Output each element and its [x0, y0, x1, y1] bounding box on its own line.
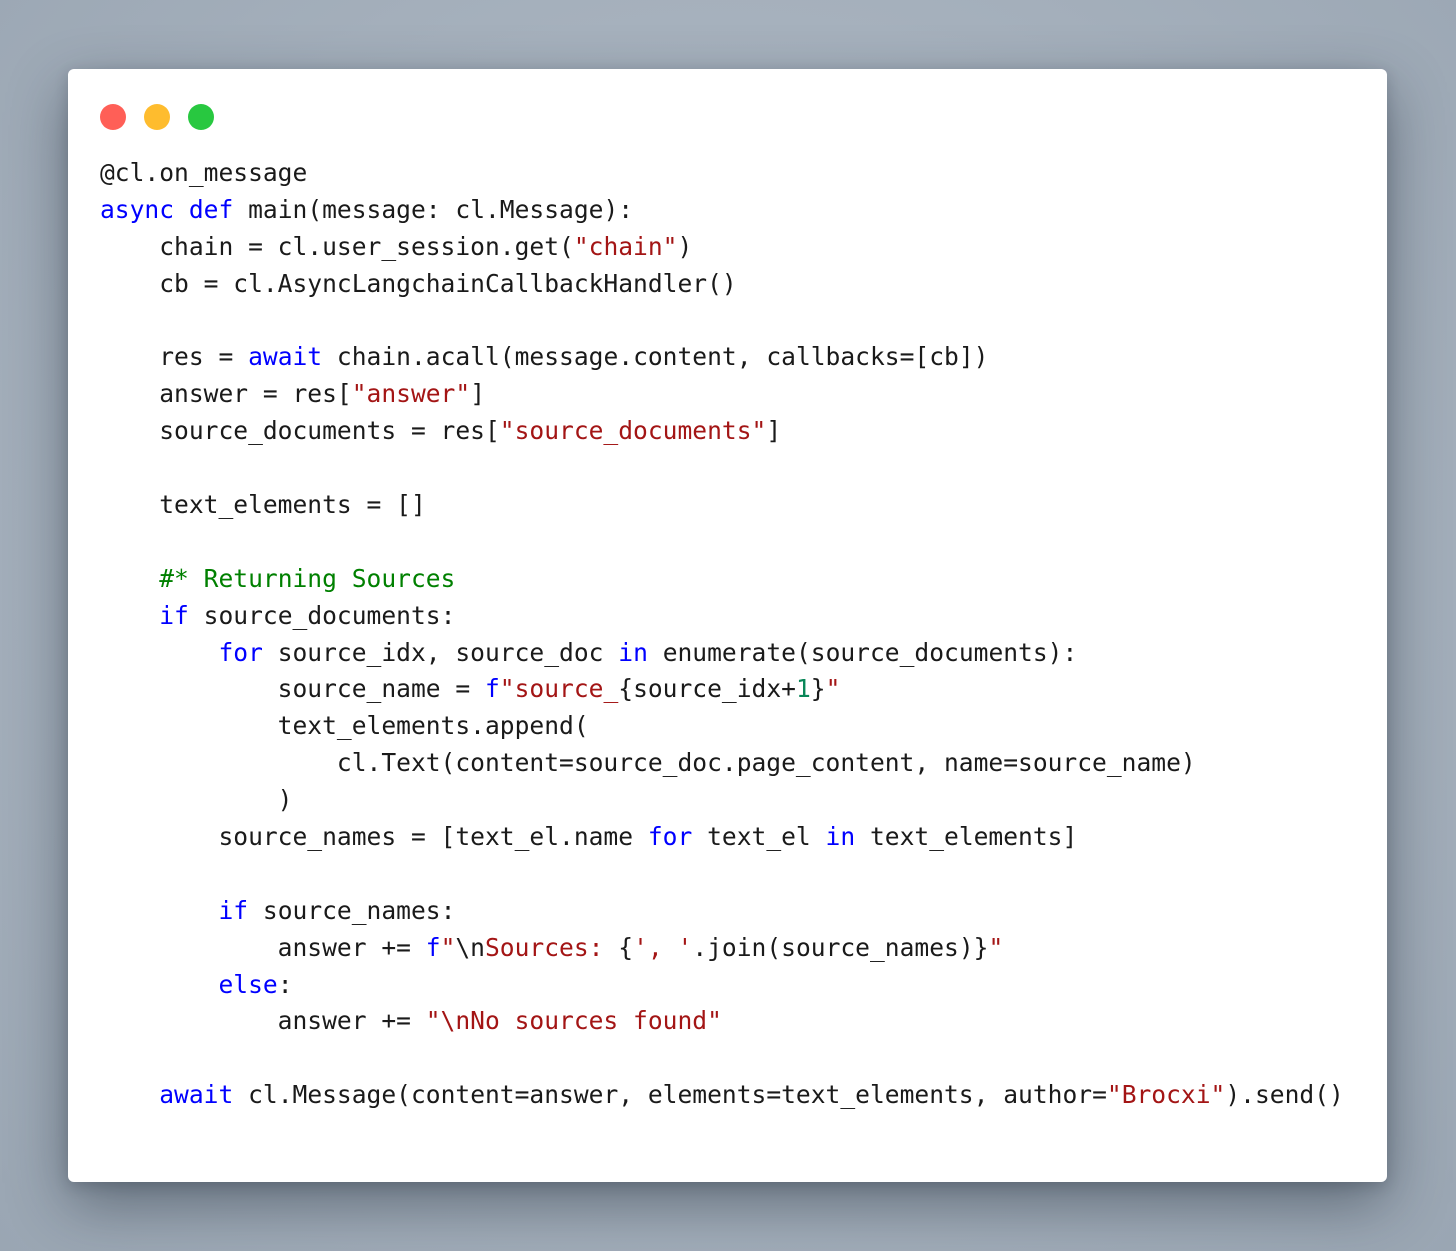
code-token: ): [100, 785, 293, 815]
code-line: answer += f"\nSources: {', '.join(source…: [100, 930, 1344, 967]
code-token: 1: [795, 674, 811, 704]
minimize-button[interactable]: [144, 104, 170, 130]
code-token: main(message: cl.Message):: [233, 194, 634, 224]
code-token: "answer": [351, 379, 471, 409]
code-token: "source_documents": [499, 416, 767, 446]
code-token: "chain": [573, 231, 678, 261]
code-token: for: [218, 637, 263, 667]
code-token: for: [647, 822, 693, 852]
code-token: chain = cl.user_session.get(: [100, 231, 574, 261]
code-line: else:: [100, 967, 1344, 1004]
code-token: }: [810, 674, 826, 704]
code-token: ): [677, 231, 693, 261]
code-token: chain.acall(message.content, callbacks=[…: [322, 342, 989, 372]
code-token: await: [159, 1080, 234, 1110]
code-token: "source_: [499, 674, 619, 704]
code-token: source_names:: [248, 895, 456, 925]
code-token: cb = cl.AsyncLangchainCallbackHandler(): [100, 268, 737, 298]
code-line: @cl.on_message: [100, 155, 1344, 192]
code-token: \n: [455, 932, 485, 962]
code-line: res = await chain.acall(message.content,…: [100, 339, 1344, 376]
zoom-button[interactable]: [188, 104, 214, 130]
code-window: @cl.on_messageasync def main(message: cl…: [68, 69, 1387, 1182]
code-token: res =: [100, 342, 249, 372]
code-line: if source_documents:: [100, 598, 1344, 635]
code-token: else: [218, 969, 278, 999]
code-token: {: [618, 932, 634, 962]
code-token: ": [440, 932, 456, 962]
code-token: Sources:: [485, 932, 619, 962]
code-token: text_elements]: [855, 822, 1078, 852]
code-token: enumerate(source_documents):: [647, 637, 1078, 667]
code-token: ).send(): [1225, 1080, 1344, 1110]
code-token: ]: [470, 379, 485, 409]
code-token: #* Returning Sources: [159, 563, 456, 593]
code-token: ]: [766, 416, 782, 446]
code-line: await cl.Message(content=answer, element…: [100, 1077, 1344, 1114]
code-line: text_elements.append(: [100, 708, 1344, 745]
code-token: @cl.on_message: [100, 158, 308, 187]
code-token: f: [484, 674, 500, 704]
code-token: "Brocxi": [1106, 1080, 1226, 1110]
code-token: "\nNo sources found": [425, 1006, 722, 1036]
code-token: await: [248, 342, 323, 372]
code-token: ": [988, 932, 1004, 962]
code-line: source_names = [text_el.name for text_el…: [100, 819, 1344, 856]
code-token: source_idx, source_doc: [262, 637, 619, 667]
code-token: :: [277, 969, 293, 999]
code-token: answer +=: [100, 932, 426, 962]
code-token: def: [188, 194, 234, 224]
code-token: in: [825, 822, 856, 852]
code-token: source_documents = res[: [100, 416, 500, 446]
code-token: f: [425, 932, 441, 962]
code-line: ): [100, 782, 1344, 819]
code-token: cl.Text(content=source_doc.page_content,…: [100, 748, 1196, 778]
code-token: if: [159, 600, 189, 630]
code-token: in: [618, 637, 648, 667]
code-token: cl.Message(content=answer, elements=text…: [233, 1080, 1107, 1110]
close-button[interactable]: [100, 104, 126, 130]
code-token: source_names = [text_el.name: [100, 822, 648, 852]
code-block: @cl.on_messageasync def main(message: cl…: [100, 155, 1344, 1114]
code-token: async: [100, 194, 175, 224]
code-token: ', ': [633, 932, 693, 962]
code-token: .join(source_names)}: [692, 932, 989, 962]
code-token: ": [825, 674, 841, 704]
code-line: async def main(message: cl.Message):: [100, 192, 1344, 229]
code-token: if: [218, 895, 249, 925]
code-token: text_el: [692, 822, 826, 852]
code-line: source_documents = res["source_documents…: [100, 413, 1344, 450]
code-token: text_elements = []: [100, 490, 426, 520]
code-token: source_documents:: [188, 600, 456, 630]
code-token: source_name =: [100, 674, 485, 704]
code-token: answer +=: [100, 1006, 426, 1036]
code-line: text_elements = []: [100, 487, 1344, 524]
code-line: source_name = f"source_{source_idx+1}": [100, 671, 1344, 708]
code-line: chain = cl.user_session.get("chain"): [100, 229, 1344, 266]
code-line: cb = cl.AsyncLangchainCallbackHandler(): [100, 266, 1344, 303]
code-line: #* Returning Sources: [100, 561, 1344, 598]
code-line: if source_names:: [100, 893, 1344, 930]
code-line: answer += "\nNo sources found": [100, 1003, 1344, 1040]
code-token: text_elements.append(: [100, 711, 589, 741]
code-token: answer = res[: [100, 379, 352, 409]
code-line: cl.Text(content=source_doc.page_content,…: [100, 745, 1344, 782]
code-line: answer = res["answer"]: [100, 376, 1344, 413]
code-line: for source_idx, source_doc in enumerate(…: [100, 635, 1344, 672]
code-token: {source_idx+: [618, 674, 796, 704]
